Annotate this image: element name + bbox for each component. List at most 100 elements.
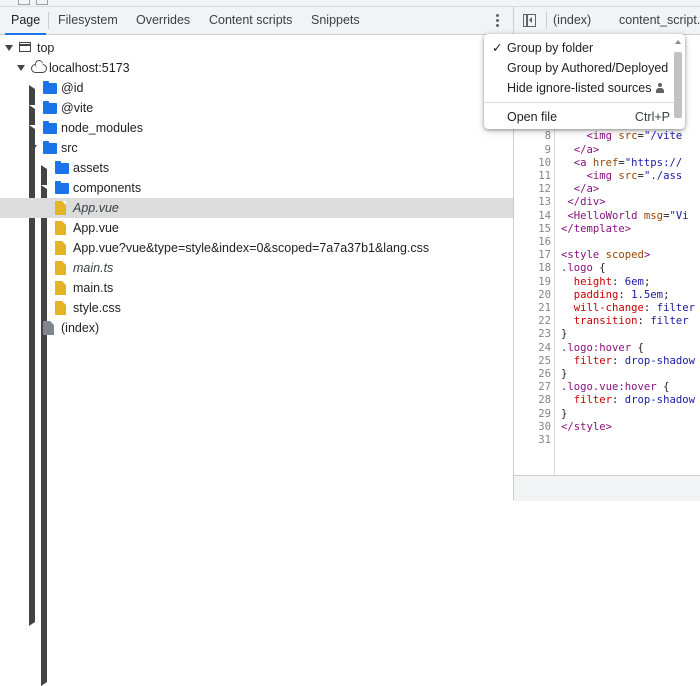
line-number: 26 [538, 368, 551, 380]
code-token: filter [656, 302, 695, 314]
line-number: 10 [538, 156, 551, 169]
code-token: </div> [561, 196, 606, 209]
navigator-panel: Page Filesystem Overrides Content script… [0, 7, 513, 686]
tree-item[interactable]: top [0, 38, 513, 58]
expand-down-icon[interactable] [5, 45, 13, 51]
code-token: : [612, 354, 625, 367]
editor-tab-index[interactable]: (index) [553, 7, 591, 34]
folder-icon [43, 81, 57, 94]
navigator-options-menu: ✓ Group by folder Group by Authored/Depl… [484, 34, 685, 129]
tree-item[interactable]: @id [0, 78, 513, 586]
tree-item[interactable]: node_modules [0, 118, 513, 626]
tree-item-label: assets [73, 161, 110, 175]
code-token: msg [643, 209, 664, 222]
tree-item[interactable]: App.vue [0, 218, 513, 238]
code-token: src [618, 130, 638, 143]
line-number: 30 [538, 420, 551, 433]
expand-down-icon[interactable] [17, 65, 25, 71]
file-icon [55, 201, 66, 215]
tree-item[interactable]: components [0, 178, 513, 686]
tab-page[interactable]: Page [4, 7, 47, 35]
tree-item[interactable]: @vite [0, 98, 513, 606]
tree-item-label: localhost:5173 [49, 61, 130, 75]
code-text: <style scoped> [561, 249, 650, 262]
scrollbar-thumb[interactable] [674, 52, 682, 118]
code-token: <a [561, 156, 593, 169]
code-token: "Vi [669, 209, 689, 222]
code-text: will-change: filter [561, 302, 695, 315]
tree-item[interactable]: style.css [0, 298, 513, 318]
menu-item-hide-ignore-listed[interactable]: Hide ignore-listed sources [484, 78, 674, 98]
code-token: src [618, 170, 638, 182]
tree-item[interactable]: App.vue [0, 198, 513, 218]
code-text: <img src="./ass [561, 170, 683, 183]
menu-item-open-file[interactable]: Open file Ctrl+P [484, 107, 674, 127]
tab-filesystem[interactable]: Filesystem [58, 7, 118, 34]
code-text: </a> [561, 144, 600, 157]
tree-item-label: (index) [61, 321, 100, 335]
toolbar-remnant-icon [36, 0, 48, 5]
line-number: 14 [538, 209, 551, 222]
folder-icon [55, 161, 69, 174]
navigator-tabbar: Page Filesystem Overrides Content script… [0, 7, 513, 35]
menu-scrollbar[interactable] [674, 40, 682, 122]
code-token: <style [561, 249, 606, 262]
line-number: 25 [538, 354, 551, 367]
tree-item[interactable]: main.ts [0, 258, 513, 278]
code-token: </template> [561, 222, 632, 235]
code-token: filter [561, 394, 613, 407]
frame-icon [19, 42, 31, 52]
code-text: .logo { [561, 262, 606, 275]
code-token: </style> [561, 420, 613, 433]
code-text: </style> [561, 421, 612, 434]
code-token: : [618, 288, 632, 301]
code-token: filter [650, 315, 689, 328]
editor-tab-content-script[interactable]: content_script... [619, 7, 700, 34]
tab-divider [48, 12, 49, 29]
code-token: { [599, 262, 606, 275]
tree-item[interactable]: main.ts [0, 278, 513, 298]
code-token: 1.5em [631, 288, 664, 301]
code-token: } [561, 368, 568, 380]
tree-item[interactable]: App.vue?vue&type=style&index=0&scoped=7a… [0, 238, 513, 258]
tree-item-label: App.vue [73, 201, 119, 215]
toggle-navigator-icon[interactable] [523, 14, 536, 27]
menu-item-group-by-authored[interactable]: Group by Authored/Deployed [484, 58, 674, 78]
code-token: <img [561, 130, 619, 143]
tab-content-scripts[interactable]: Content scripts [209, 7, 292, 34]
code-text: } [561, 328, 567, 341]
line-number: 9 [544, 143, 551, 156]
code-token: href [592, 156, 619, 169]
tab-overrides[interactable]: Overrides [136, 7, 190, 34]
menu-item-label: Group by folder [507, 41, 594, 55]
tree-item-label: style.css [73, 301, 121, 315]
line-number: 31 [538, 434, 551, 446]
folder-icon [43, 141, 57, 154]
more-options-icon[interactable] [490, 13, 504, 29]
code-token: <img [561, 170, 619, 182]
scroll-up-icon[interactable] [675, 40, 681, 44]
code-token: : [612, 394, 625, 407]
tree-item-label: top [37, 41, 55, 55]
menu-item-group-by-folder[interactable]: ✓ Group by folder [484, 38, 674, 58]
tree-item[interactable]: assets [0, 158, 513, 666]
code-token: will-change [561, 302, 644, 314]
code-text: padding: 1.5em; [561, 288, 670, 302]
code-token: .logo:hover [561, 341, 638, 354]
tab-snippets[interactable]: Snippets [311, 7, 360, 34]
code-text: filter: drop-shadow [561, 355, 695, 368]
line-number: 20 [538, 288, 551, 301]
code-token: } [561, 328, 568, 341]
code-token: 6em [624, 275, 644, 288]
line-number: 19 [538, 275, 551, 288]
line-number: 16 [538, 236, 551, 248]
tree-item[interactable]: localhost:5173 [0, 58, 513, 78]
tree-item[interactable]: src [0, 138, 513, 158]
code-text: </template> [561, 223, 631, 236]
line-number: 11 [538, 170, 551, 182]
line-number: 24 [538, 341, 551, 354]
expand-down-icon[interactable] [29, 145, 37, 151]
tree-item[interactable]: (index) [0, 318, 513, 338]
code-token: ; [643, 275, 651, 288]
tree-item-label: App.vue?vue&type=style&index=0&scoped=7a… [73, 241, 430, 255]
